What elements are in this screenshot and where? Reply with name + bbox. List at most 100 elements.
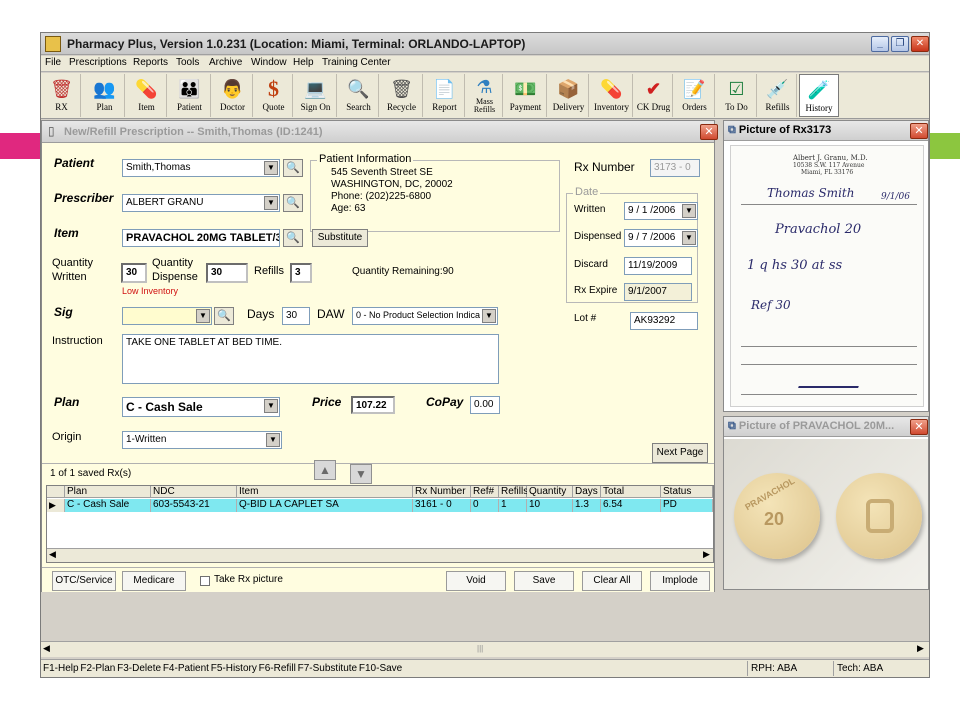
menu-prescriptions[interactable]: Prescriptions [69, 57, 127, 68]
close-button[interactable]: ✕ [911, 36, 929, 52]
toolbar-mass-refills-button[interactable]: ⚗ Mass Refills [467, 74, 503, 117]
toolbar-report-button[interactable]: 📄 Report [425, 74, 465, 117]
grid-header-status[interactable]: Status [661, 486, 713, 498]
toolbar-doctor-button[interactable]: 👨 Doctor [213, 74, 253, 117]
implode-button[interactable]: Implode [650, 571, 710, 591]
next-page-button[interactable]: Next Page [652, 443, 708, 463]
toolbar-quote-button[interactable]: $ Quote [255, 74, 293, 117]
scroll-right-icon[interactable]: ▶ [703, 549, 710, 560]
prescriber-lookup-button[interactable]: 🔍 [283, 194, 303, 212]
written-date-picker[interactable]: 9 / 1 /2006 ▼ [624, 202, 698, 220]
discard-date-input[interactable]: 11/19/2009 [624, 257, 692, 275]
substitute-button[interactable]: Substitute [312, 229, 368, 247]
void-button[interactable]: Void [446, 571, 506, 591]
menu-training-center[interactable]: Training Center [322, 57, 391, 68]
chevron-down-icon[interactable]: ▼ [482, 309, 496, 323]
menu-window[interactable]: Window [251, 57, 287, 68]
lot-input[interactable]: AK93292 [630, 312, 698, 330]
refills-input[interactable]: 3 [290, 263, 312, 283]
toolbar-history-button[interactable]: 🧪 History [799, 74, 839, 117]
table-cell[interactable]: 0 [471, 499, 499, 512]
grid-header-item[interactable]: Item [237, 486, 413, 498]
sig-lookup-button[interactable]: 🔍 [214, 307, 234, 325]
grid-horizontal-scrollbar[interactable]: ◀ ▶ [47, 548, 713, 562]
table-cell[interactable]: Q-BID LA CAPLET SA [237, 499, 413, 512]
toolbar-item-button[interactable]: 💊 Item [127, 74, 167, 117]
toolbar-refills-button[interactable]: 💉 Refills [759, 74, 797, 117]
price-input[interactable]: 107.22 [351, 396, 395, 414]
toolbar-patient-button[interactable]: 👪 Patient [169, 74, 211, 117]
toolbar-rx-button[interactable]: 🗑 RX [43, 74, 81, 117]
minimize-button[interactable]: _ [871, 36, 889, 52]
days-input[interactable]: 30 [282, 307, 310, 325]
plan-select[interactable]: C - Cash Sale ▼ [122, 397, 280, 417]
grid-header-plan[interactable]: Plan [65, 486, 151, 498]
table-cell[interactable]: 1.3 [573, 499, 601, 512]
qty-dispense-input[interactable]: 30 [206, 263, 248, 283]
maximize-button[interactable]: ❐ [891, 36, 909, 52]
toolbar-delivery-button[interactable]: 📦 Delivery [549, 74, 589, 117]
take-picture-checkbox[interactable] [200, 576, 210, 586]
rx-picture-close-button[interactable]: ✕ [910, 123, 928, 139]
toolbar-orders-button[interactable]: 📝 Orders [675, 74, 715, 117]
item-lookup-button[interactable]: 🔍 [283, 229, 303, 247]
pill-picture-close-button[interactable]: ✕ [910, 419, 928, 435]
medicare-button[interactable]: Medicare [122, 571, 186, 591]
menu-tools[interactable]: Tools [176, 57, 199, 68]
patient-select[interactable]: Smith,Thomas ▼ [122, 159, 280, 177]
table-cell[interactable]: 3161 - 0 [413, 499, 471, 512]
form-close-button[interactable]: ✕ [700, 124, 718, 140]
item-input[interactable]: PRAVACHOL 20MG TABLET/3- [122, 229, 280, 247]
toolbar-recycle-button[interactable]: 🗑 Recycle [381, 74, 423, 117]
chevron-down-icon[interactable]: ▼ [264, 399, 278, 413]
grid-header-ndc[interactable]: NDC [151, 486, 237, 498]
main-horizontal-scrollbar[interactable]: ◀ ||| ▶ [41, 641, 929, 657]
toolbar-inventory-button[interactable]: 💊 Inventory [591, 74, 633, 117]
daw-select[interactable]: 0 - No Product Selection Indica ▼ [352, 307, 498, 325]
table-cell[interactable]: PD [661, 499, 713, 512]
grid-header-rx-number[interactable]: Rx Number [413, 486, 471, 498]
dispensed-date-picker[interactable]: 9 / 7 /2006 ▼ [624, 229, 698, 247]
sig-select[interactable]: ▼ [122, 307, 212, 325]
menu-archive[interactable]: Archive [209, 57, 242, 68]
chevron-down-icon[interactable]: ▼ [682, 231, 696, 245]
table-cell[interactable]: 10 [527, 499, 573, 512]
chevron-down-icon[interactable]: ▼ [264, 161, 278, 175]
origin-select[interactable]: 1-Written ▼ [122, 431, 282, 449]
scroll-left-icon[interactable]: ◀ [49, 549, 56, 560]
prescriber-select[interactable]: ALBERT GRANU ▼ [122, 194, 280, 212]
menu-file[interactable]: File [45, 57, 61, 68]
rx-expire-input[interactable]: 9/1/2007 [624, 283, 692, 301]
grid-header-days[interactable]: Days [573, 486, 601, 498]
chevron-down-icon[interactable]: ▼ [682, 204, 696, 218]
patient-lookup-button[interactable]: 🔍 [283, 159, 303, 177]
move-up-button[interactable]: ▲ [314, 460, 336, 480]
toolbar-payment-button[interactable]: 💵 Payment [505, 74, 547, 117]
move-down-button[interactable]: ▼ [350, 464, 372, 484]
table-cell[interactable]: 6.54 [601, 499, 661, 512]
chevron-down-icon[interactable]: ▼ [266, 433, 280, 447]
toolbar-to-do-button[interactable]: ☑ To Do [717, 74, 757, 117]
grid-header-quantity[interactable]: Quantity [527, 486, 573, 498]
toolbar-plan-button[interactable]: 👥 Plan [85, 74, 125, 117]
grid-header-ref-num[interactable]: Ref# [471, 486, 499, 498]
chevron-down-icon[interactable]: ▼ [196, 309, 210, 323]
table-cell[interactable]: C - Cash Sale [65, 499, 151, 512]
toolbar-ck-drug-button[interactable]: ✔ CK Drug [635, 74, 673, 117]
toolbar-search-button[interactable]: 🔍 Search [339, 74, 379, 117]
instruction-textarea[interactable]: TAKE ONE TABLET AT BED TIME. [122, 334, 499, 384]
copay-input[interactable]: 0.00 [470, 396, 500, 414]
grid-header-refills[interactable]: Refills [499, 486, 528, 498]
chevron-down-icon[interactable]: ▼ [264, 196, 278, 210]
scroll-left-icon[interactable]: ◀ [43, 643, 50, 654]
menu-reports[interactable]: Reports [133, 57, 168, 68]
save-button[interactable]: Save [514, 571, 574, 591]
scroll-right-icon[interactable]: ▶ [917, 643, 924, 654]
qty-written-input[interactable]: 30 [121, 263, 147, 283]
menu-help[interactable]: Help [293, 57, 314, 68]
toolbar-sign-on-button[interactable]: 💻 Sign On [295, 74, 337, 117]
table-cell[interactable]: 603-5543-21 [151, 499, 237, 512]
scroll-grip-icon[interactable]: ||| [477, 644, 483, 653]
clear-all-button[interactable]: Clear All [582, 571, 642, 591]
otc-service-button[interactable]: OTC/Service [52, 571, 116, 591]
